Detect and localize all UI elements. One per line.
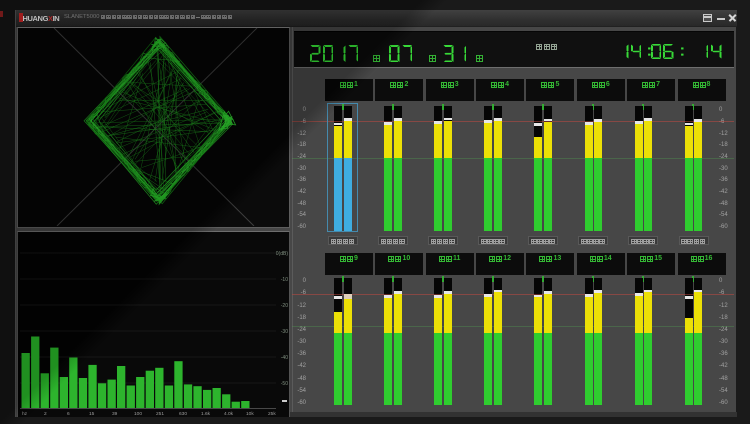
svg-text:25k: 25k <box>268 411 276 417</box>
svg-text:0(dB): 0(dB) <box>275 251 288 257</box>
svg-text:39: 39 <box>112 411 118 417</box>
svg-text:6: 6 <box>67 411 70 417</box>
svg-text:630: 630 <box>179 411 187 417</box>
svg-text:251: 251 <box>156 411 164 417</box>
svg-text:-30: -30 <box>280 329 287 335</box>
svg-text:hz: hz <box>22 411 28 417</box>
svg-text:4.0k: 4.0k <box>224 411 234 417</box>
svg-text:-10: -10 <box>280 277 287 283</box>
svg-text:-40: -40 <box>280 355 287 361</box>
svg-text:2: 2 <box>44 411 47 417</box>
svg-text:1.6k: 1.6k <box>201 411 211 417</box>
svg-text:100: 100 <box>134 411 142 417</box>
svg-text:-20: -20 <box>280 303 287 309</box>
svg-text:-50: -50 <box>280 381 287 387</box>
svg-text:10k: 10k <box>246 411 254 417</box>
svg-text:15: 15 <box>89 411 95 417</box>
